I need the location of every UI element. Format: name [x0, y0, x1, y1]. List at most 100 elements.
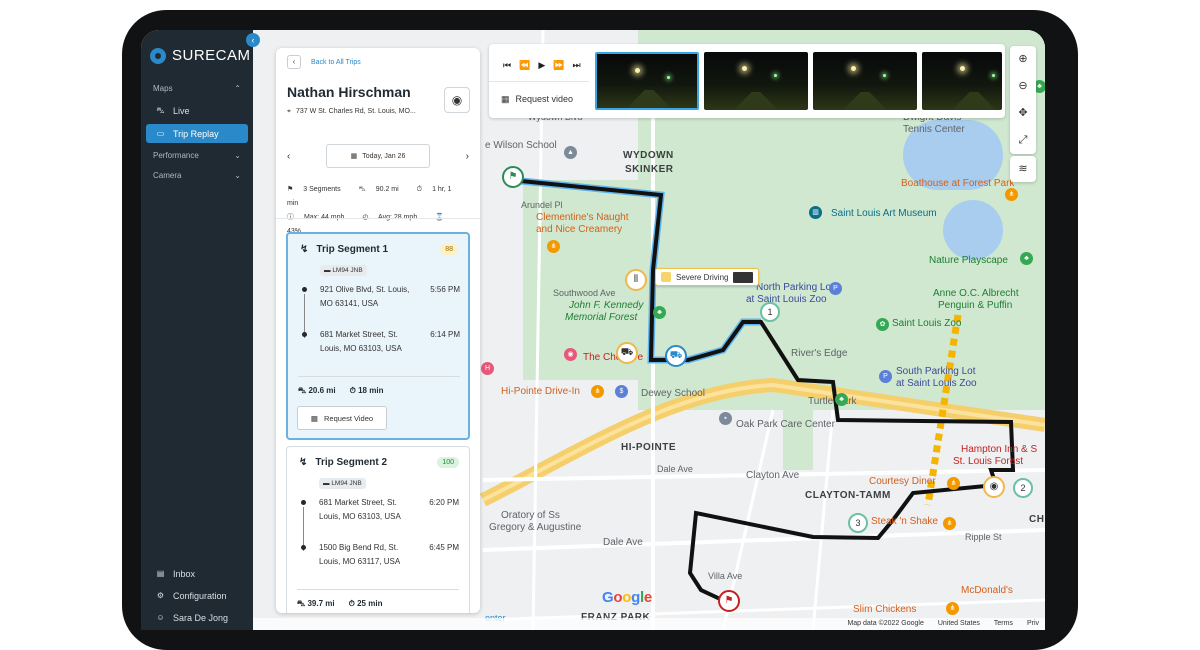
map[interactable]: Wydown Blvd e Wilson School WYDOWN SKINK…: [253, 30, 1045, 630]
road: [811, 409, 835, 630]
collapse-sidebar-button[interactable]: ‹: [246, 33, 260, 47]
sidebar-item-inbox[interactable]: ▤ Inbox: [146, 564, 248, 583]
map-label: at Saint Louis Zoo: [746, 294, 827, 305]
trip-panel: ‹ Back to All Trips Nathan Hirschman ⌖ 7…: [276, 48, 480, 613]
restaurant-pin-icon[interactable]: ⋔: [943, 517, 956, 530]
video-thumbnail[interactable]: [813, 52, 917, 110]
segment-summary: ⛍ 20.6 mi ⏱ 18 min: [298, 386, 383, 396]
nav-section-camera[interactable]: Camera ⌄: [153, 171, 241, 180]
store-pin-icon[interactable]: ◉: [564, 348, 577, 361]
map-terms-link[interactable]: Terms: [994, 618, 1013, 630]
map-label: HI-POINTE: [621, 442, 677, 453]
trip-end-flag-icon[interactable]: ⚑: [718, 590, 740, 612]
map-controls: ⊕ ⊖ ✥ ⤢: [1010, 46, 1036, 154]
park-pin-icon[interactable]: ♣: [653, 306, 666, 319]
school-pin-icon[interactable]: ▲: [564, 146, 577, 159]
plate-text: LM94 JNB: [332, 267, 363, 274]
pan-icon[interactable]: ✥: [1010, 100, 1036, 127]
car-icon: ⛍: [297, 599, 306, 608]
date-selector: ‹ ▦ Today, Jan 26 ›: [287, 144, 469, 168]
stop-address: 681 Market Street, St. Louis, MO 63103, …: [320, 330, 402, 353]
parking-pin-icon[interactable]: P: [829, 282, 842, 295]
warning-icon: [661, 272, 671, 282]
segment-marker-3[interactable]: 3: [848, 513, 868, 533]
vehicle-event-icon[interactable]: ⛟: [616, 342, 638, 364]
parking-pin-icon[interactable]: P: [879, 370, 892, 383]
stop-time: 5:56 PM: [430, 285, 460, 294]
video-thumbnail[interactable]: [595, 52, 699, 110]
fullscreen-icon[interactable]: ⤢: [1010, 127, 1036, 154]
trip-segment-card[interactable]: ↯ Trip Segment 2 100 ▬ LM94 JNB 681 Mark…: [286, 446, 470, 613]
next-icon[interactable]: ⏩: [553, 60, 564, 71]
restaurant-pin-icon[interactable]: ⋔: [947, 477, 960, 490]
map-label: Southwood Ave: [553, 288, 616, 298]
building-pin-icon[interactable]: ▪: [719, 412, 732, 425]
video-thumbnail[interactable]: [704, 52, 808, 110]
film-icon: ▦: [501, 94, 510, 104]
sidebar-item-live[interactable]: ⛍ Live: [146, 101, 248, 120]
driver-name: Nathan Hirschman: [287, 84, 411, 100]
highway-64-center: [482, 382, 1045, 502]
map-label: Steak 'n Shake: [871, 516, 938, 527]
layers-icon[interactable]: ≋: [1010, 156, 1036, 182]
sidebar-item-configuration[interactable]: ⚙ Configuration: [146, 586, 248, 605]
map-privacy-link[interactable]: Priv: [1027, 618, 1039, 630]
map-label: Gregory & Augustine: [489, 522, 582, 533]
previous-day-icon[interactable]: ‹: [287, 151, 290, 162]
nav-section-performance[interactable]: Performance ⌄: [153, 151, 241, 160]
trip-segment-card[interactable]: ↯ Trip Segment 1 88 ▬ LM94 JNB 921 Olive…: [286, 232, 470, 440]
sidebar-item-trip-replay[interactable]: ▭ Trip Replay: [146, 124, 248, 143]
trip-start-flag-icon[interactable]: ⚑: [502, 166, 524, 188]
park-pin-icon[interactable]: ♣: [835, 393, 848, 406]
map-label: Saint Louis Zoo: [892, 318, 962, 329]
film-icon: ▦: [310, 413, 318, 423]
map-label: SKINKER: [625, 164, 674, 175]
stop-time: 6:14 PM: [430, 330, 460, 339]
video-thumbnail[interactable]: [922, 52, 1002, 110]
map-label: Slim Chickens: [853, 604, 917, 615]
restaurant-pin-icon[interactable]: ⋔: [547, 240, 560, 253]
back-to-trips-link[interactable]: ‹ Back to All Trips: [287, 55, 361, 69]
segment-marker-1[interactable]: 1: [760, 302, 780, 322]
restaurant-pin-icon[interactable]: ⋔: [946, 602, 959, 615]
zoom-in-icon[interactable]: ⊕: [1010, 46, 1036, 73]
hospital-pin-icon[interactable]: H: [481, 362, 494, 375]
skip-forward-icon[interactable]: ⏭: [572, 60, 580, 71]
sidebar: SURECAM Maps ⌃ ⛍ Live ▭ Trip Replay Perf…: [141, 30, 253, 630]
sidebar-item-label: Sara De Jong: [173, 612, 229, 623]
restaurant-pin-icon[interactable]: ⋔: [1005, 188, 1018, 201]
view-driver-button[interactable]: ◉: [444, 87, 470, 113]
skip-back-icon[interactable]: ⏮: [503, 60, 511, 71]
restaurant-pin-icon[interactable]: ⋔: [591, 385, 604, 398]
chevron-left-icon[interactable]: ‹: [287, 55, 301, 69]
nav-section-maps[interactable]: Maps ⌃: [153, 84, 241, 93]
highway-64: [479, 377, 1045, 507]
back-label[interactable]: Back to All Trips: [311, 59, 361, 66]
vehicle-position-icon[interactable]: ⛟: [665, 345, 687, 367]
bank-pin-icon[interactable]: $: [615, 385, 628, 398]
museum-pin-icon[interactable]: ▥: [809, 206, 822, 219]
stop-time: 6:45 PM: [429, 543, 459, 552]
event-marker-icon[interactable]: ⦀: [625, 269, 647, 291]
timer-icon: ⏱: [348, 599, 355, 608]
next-day-icon[interactable]: ›: [466, 151, 469, 162]
request-video-button[interactable]: ▦ Request video: [501, 94, 573, 105]
segment-duration: 18 min: [358, 386, 384, 395]
eye-icon: ◉: [451, 93, 463, 107]
zoom-out-icon[interactable]: ⊖: [1010, 73, 1036, 100]
map-region-link[interactable]: United States: [938, 618, 980, 630]
eye-event-icon[interactable]: ◉: [983, 476, 1005, 498]
play-icon[interactable]: ▶: [538, 60, 545, 71]
zoo-pin-icon[interactable]: ✿: [876, 318, 889, 331]
date-picker[interactable]: ▦ Today, Jan 26: [326, 144, 430, 168]
park-pin-icon[interactable]: ♣: [1020, 252, 1033, 265]
sidebar-item-user[interactable]: ☺ Sara De Jong: [146, 608, 248, 627]
map-label: Hampton Inn & S: [961, 444, 1038, 455]
previous-icon[interactable]: ⏪: [519, 60, 530, 71]
segment-marker-2[interactable]: 2: [1013, 478, 1033, 498]
divider: [298, 376, 460, 377]
severe-driving-alert[interactable]: Severe Driving: [655, 268, 760, 286]
request-video-label: Request video: [515, 94, 574, 104]
request-video-button[interactable]: ▦ Request Video: [297, 406, 387, 430]
map-label: Tennis Center: [903, 124, 965, 135]
